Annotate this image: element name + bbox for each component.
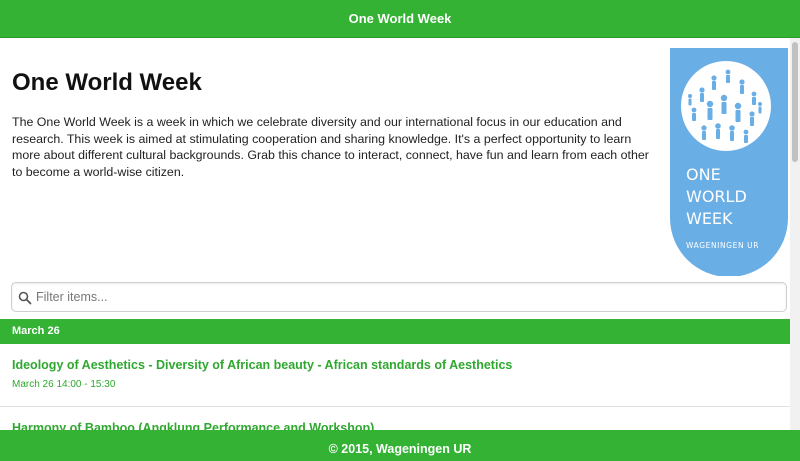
header-title: One World Week	[348, 11, 452, 26]
filter-input[interactable]	[36, 287, 776, 307]
search-icon	[18, 291, 32, 305]
event-title[interactable]: Ideology of Aesthetics - Diversity of Af…	[12, 358, 512, 372]
filter-bar[interactable]	[11, 282, 787, 312]
main-content[interactable]: One World Week The One World Week is a w…	[0, 38, 790, 430]
event-title[interactable]: Harmony of Bamboo (Angklung Performance …	[12, 421, 374, 430]
list-divider-date: March 26	[0, 319, 790, 344]
logo-line3: WEEK	[686, 209, 733, 228]
intro-text: The One World Week is a week in which we…	[12, 115, 649, 179]
one-world-week-logo: ONE WORLD WEEK WAGENINGEN UR	[670, 48, 788, 276]
logo-line1: ONE	[686, 165, 721, 184]
event-time: March 26 14:00 - 15:30	[12, 379, 116, 390]
logo-line2: WORLD	[686, 187, 747, 206]
event-item[interactable]: Ideology of Aesthetics - Diversity of Af…	[0, 344, 790, 407]
event-item[interactable]: Harmony of Bamboo (Angklung Performance …	[0, 407, 790, 430]
app-header: One World Week	[0, 0, 800, 38]
logo-org: WAGENINGEN UR	[686, 241, 759, 250]
footer-text: © 2015, Wageningen UR	[328, 442, 472, 456]
page-title: One World Week	[12, 69, 202, 96]
scrollbar-thumb[interactable]	[792, 42, 798, 162]
scrollbar[interactable]	[790, 38, 800, 430]
app-footer: © 2015, Wageningen UR	[0, 430, 800, 461]
